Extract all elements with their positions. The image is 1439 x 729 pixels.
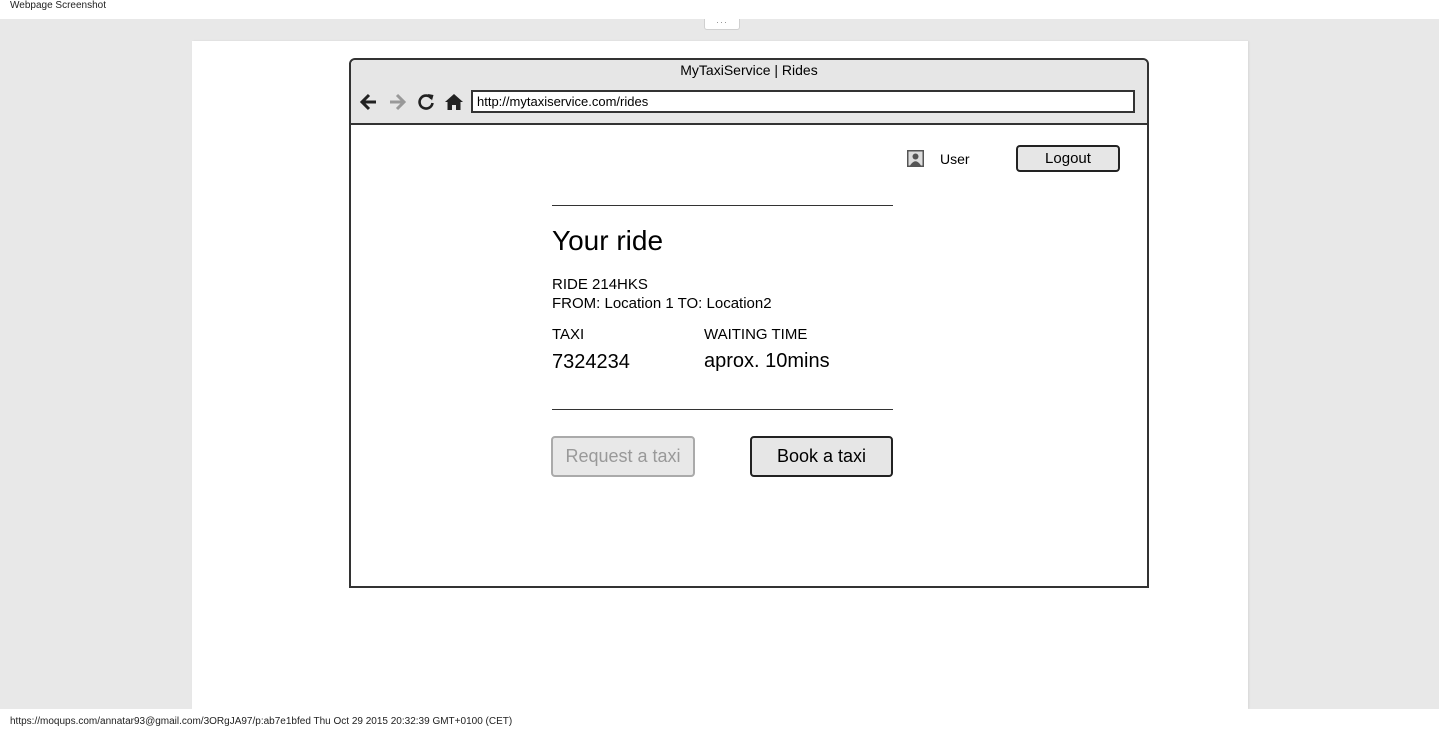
collapse-handle[interactable]: ··· [704,18,740,30]
waiting-time-label: WAITING TIME [704,326,808,343]
taxi-number: 7324234 [552,351,630,373]
browser-window: MyTaxiService | Rides http://mytaxiservi… [349,58,1149,588]
window-title: MyTaxiService | Rides [680,62,818,78]
back-arrow-icon[interactable] [359,92,379,112]
book-taxi-button[interactable]: Book a taxi [750,436,893,477]
divider-top [552,205,893,206]
page-title: Your ride [552,225,664,256]
taxi-label: TAXI [552,326,585,343]
user-icon [907,150,924,167]
user-label: User [940,151,970,167]
ride-route: FROM: Location 1 TO: Location2 [552,295,772,312]
logout-button[interactable]: Logout [1016,145,1120,172]
footer-url-timestamp: https://moqups.com/annatar93@gmail.com/3… [10,716,513,727]
address-bar[interactable]: http://mytaxiservice.com/rides [471,90,1135,113]
divider-bottom [552,409,893,410]
forward-arrow-icon[interactable] [387,92,407,112]
request-taxi-button[interactable]: Request a taxi [551,436,695,477]
reload-icon[interactable] [416,92,436,112]
home-icon[interactable] [444,92,464,112]
waiting-time-value: aprox. 10mins [704,350,830,372]
page-label: Webpage Screenshot [10,0,106,11]
browser-chrome: MyTaxiService | Rides http://mytaxiservi… [351,60,1147,125]
footer-bar: https://moqups.com/annatar93@gmail.com/3… [0,709,1439,729]
ride-id: RIDE 214HKS [552,276,648,293]
